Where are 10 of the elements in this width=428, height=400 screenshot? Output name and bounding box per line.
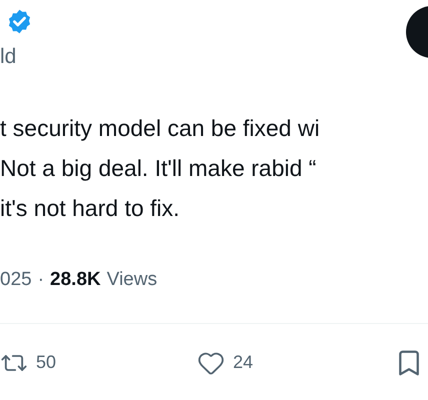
separator-dot: · — [38, 268, 44, 292]
tweet-text-line: t security model can be fixed wi — [0, 115, 320, 141]
tweet-text-line: Not a big deal. It'll make rabid “ — [0, 155, 316, 181]
tweet-date: 025 — [0, 268, 32, 292]
views-label: Views — [106, 268, 158, 292]
action-count: 50 — [36, 351, 56, 374]
views-count: 28.8K — [50, 268, 101, 292]
tweet-text-line: it's not hard to fix. — [0, 195, 180, 221]
action-count: 24 — [233, 351, 254, 374]
user-handle[interactable]: ld — [0, 45, 16, 68]
